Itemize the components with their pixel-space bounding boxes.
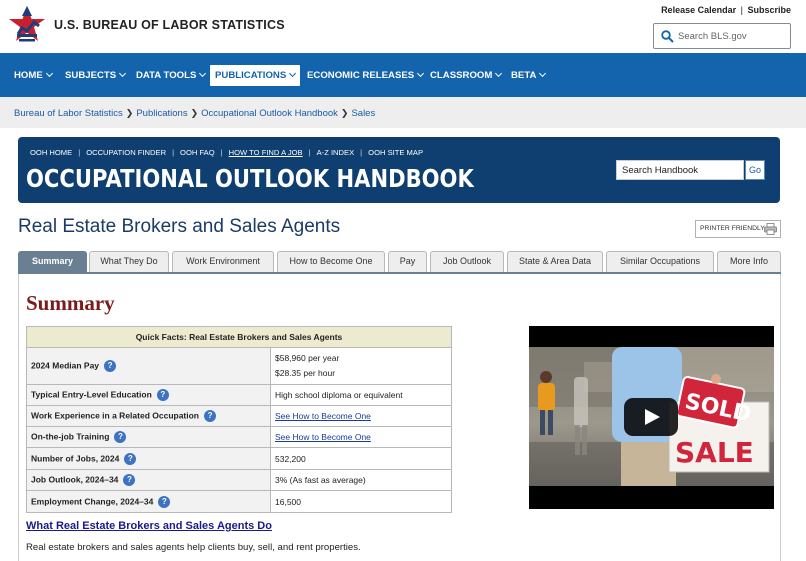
- ooh-site-map-link[interactable]: OOH SITE MAP: [368, 148, 423, 157]
- breadcrumb-bls[interactable]: Bureau of Labor Statistics: [14, 108, 123, 119]
- table-row: 2024 Median Pay? $58,960 per year $28.35 …: [26, 347, 452, 385]
- fact-label: Number of Jobs, 2024?: [26, 447, 271, 470]
- fact-value: See How to Become One: [270, 405, 452, 427]
- help-icon[interactable]: ?: [204, 410, 217, 422]
- breadcrumb-ooh[interactable]: Occupational Outlook Handbook: [201, 108, 338, 119]
- subscribe-link[interactable]: Subscribe: [747, 5, 791, 15]
- tab-job-outlook[interactable]: Job Outlook: [430, 251, 504, 272]
- utility-separator: |: [740, 5, 743, 15]
- table-row: Number of Jobs, 2024? 532,200: [26, 447, 452, 470]
- see-how-to-become-one-link[interactable]: See How to Become One: [275, 411, 371, 421]
- table-row: Job Outlook, 2024–34? 3% (As fast as ave…: [26, 469, 452, 491]
- page-title: Real Estate Brokers and Sales Agents: [18, 216, 341, 237]
- nav-data-tools[interactable]: DATA TOOLS: [132, 65, 209, 86]
- agency-name[interactable]: U.S. BUREAU OF LABOR STATISTICS: [54, 18, 285, 32]
- fact-label: On-the-job Training?: [26, 426, 271, 448]
- tab-what-they-do[interactable]: What They Do: [89, 251, 169, 272]
- tab-similar-occupations[interactable]: Similar Occupations: [606, 251, 714, 272]
- nav-home[interactable]: HOME: [10, 65, 56, 86]
- help-icon[interactable]: ?: [123, 474, 136, 486]
- ooh-faq-link[interactable]: OOH FAQ: [180, 148, 215, 157]
- fact-label: Work Experience in a Related Occupation?: [26, 405, 271, 427]
- breadcrumb: Bureau of Labor Statistics ❯ Publications ❯…: [14, 108, 375, 119]
- tab-summary[interactable]: Summary: [18, 251, 87, 272]
- tab-state-area-data[interactable]: State & Area Data: [507, 251, 603, 272]
- printer-icon: [764, 223, 777, 235]
- ooh-home-link[interactable]: OOH HOME: [30, 148, 72, 157]
- see-how-to-become-one-link[interactable]: See How to Become One: [275, 432, 371, 442]
- fact-value: 3% (As fast as average): [270, 469, 452, 491]
- printer-friendly-button[interactable]: PRINTER FRIENDLY: [695, 220, 781, 238]
- summary-description: Real estate brokers and sales agents hel…: [26, 542, 361, 553]
- table-row: Employment Change, 2024–34? 16,500: [26, 490, 452, 513]
- quick-facts-title: Quick Facts: Real Estate Brokers and Sal…: [26, 326, 452, 348]
- fact-label: Employment Change, 2024–34?: [26, 490, 271, 513]
- ooh-links: OOH HOME | OCCUPATION FINDER | OOH FAQ | HOW T…: [30, 148, 424, 157]
- help-icon[interactable]: ?: [158, 495, 171, 508]
- breadcrumb-sales[interactable]: Sales: [351, 108, 375, 119]
- chevron-down-icon: [119, 69, 127, 78]
- utility-links: Release Calendar | Subscribe: [661, 5, 791, 15]
- breadcrumb-bar: Bureau of Labor Statistics ❯ Publications ❯…: [0, 97, 806, 128]
- summary-heading: Summary: [26, 291, 115, 315]
- table-row: Typical Entry-Level Education? High scho…: [26, 384, 452, 406]
- fact-value: 16,500: [270, 490, 452, 513]
- table-row: On-the-job Training? See How to Become O…: [26, 426, 452, 448]
- video-player[interactable]: SALE SOLD: [529, 326, 774, 509]
- chevron-down-icon: [45, 69, 53, 78]
- ooh-title[interactable]: OCCUPATIONAL OUTLOOK HANDBOOK: [26, 164, 474, 193]
- main-navigation: HOME SUBJECTS DATA TOOLS PUBLICATIONS EC…: [0, 53, 806, 97]
- play-button[interactable]: [624, 398, 678, 436]
- chevron-right-icon: ❯: [125, 108, 134, 118]
- help-icon[interactable]: ?: [104, 360, 117, 372]
- tab-how-to-become-one[interactable]: How to Become One: [277, 251, 385, 272]
- nav-classroom[interactable]: CLASSROOM: [426, 65, 505, 86]
- fact-label: Typical Entry-Level Education?: [26, 384, 271, 406]
- fact-value: See How to Become One: [270, 426, 452, 448]
- help-icon[interactable]: ?: [124, 452, 137, 465]
- table-row: Work Experience in a Related Occupation?…: [26, 405, 452, 427]
- chevron-right-icon: ❯: [190, 108, 199, 118]
- chevron-down-icon: [417, 69, 425, 78]
- how-to-find-a-job-link[interactable]: HOW TO FIND A JOB: [229, 148, 303, 157]
- ooh-banner: OOH HOME | OCCUPATION FINDER | OOH FAQ | HOW T…: [18, 137, 780, 203]
- a-z-index-link[interactable]: A-Z INDEX: [317, 148, 355, 157]
- nav-beta[interactable]: BETA: [507, 65, 549, 86]
- chevron-down-icon: [199, 69, 207, 78]
- help-icon[interactable]: ?: [114, 431, 127, 443]
- chevron-down-icon: [289, 69, 297, 78]
- breadcrumb-publications[interactable]: Publications: [136, 108, 187, 119]
- quick-facts-header: Quick Facts: Real Estate Brokers and Sal…: [26, 326, 452, 348]
- handbook-search-input[interactable]: [616, 160, 744, 180]
- site-header: U.S. BUREAU OF LABOR STATISTICS Release …: [0, 0, 806, 53]
- sale-sign-text: SALE: [675, 436, 754, 469]
- tab-more-info[interactable]: More Info: [717, 251, 781, 272]
- tab-work-environment[interactable]: Work Environment: [172, 251, 274, 272]
- nav-economic-releases[interactable]: ECONOMIC RELEASES: [303, 65, 427, 86]
- quick-facts-table: Quick Facts: Real Estate Brokers and Sal…: [26, 326, 452, 513]
- what-they-do-link[interactable]: What Real Estate Brokers and Sales Agent…: [26, 520, 272, 532]
- nav-subjects[interactable]: SUBJECTS: [61, 65, 129, 86]
- release-calendar-link[interactable]: Release Calendar: [661, 5, 736, 15]
- occupation-finder-link[interactable]: OCCUPATION FINDER: [86, 148, 166, 157]
- occupation-tabs: Summary What They Do Work Environment Ho…: [18, 251, 781, 273]
- chevron-down-icon: [495, 69, 503, 78]
- fact-label: Job Outlook, 2024–34?: [26, 469, 271, 491]
- chevron-down-icon: [539, 69, 547, 78]
- fact-value: 532,200: [270, 447, 452, 470]
- nav-publications[interactable]: PUBLICATIONS: [210, 65, 301, 86]
- search-icon[interactable]: [661, 30, 674, 43]
- fact-value: High school diploma or equivalent: [270, 384, 452, 406]
- bls-logo[interactable]: [8, 4, 46, 46]
- fact-label: 2024 Median Pay?: [26, 347, 271, 385]
- tab-pay[interactable]: Pay: [388, 251, 427, 272]
- fact-value: $58,960 per year $28.35 per hour: [270, 347, 452, 385]
- chevron-right-icon: ❯: [340, 108, 349, 118]
- site-search-input[interactable]: [678, 27, 786, 45]
- go-button[interactable]: Go: [745, 160, 765, 180]
- site-search: [653, 23, 791, 49]
- help-icon[interactable]: ?: [156, 389, 169, 401]
